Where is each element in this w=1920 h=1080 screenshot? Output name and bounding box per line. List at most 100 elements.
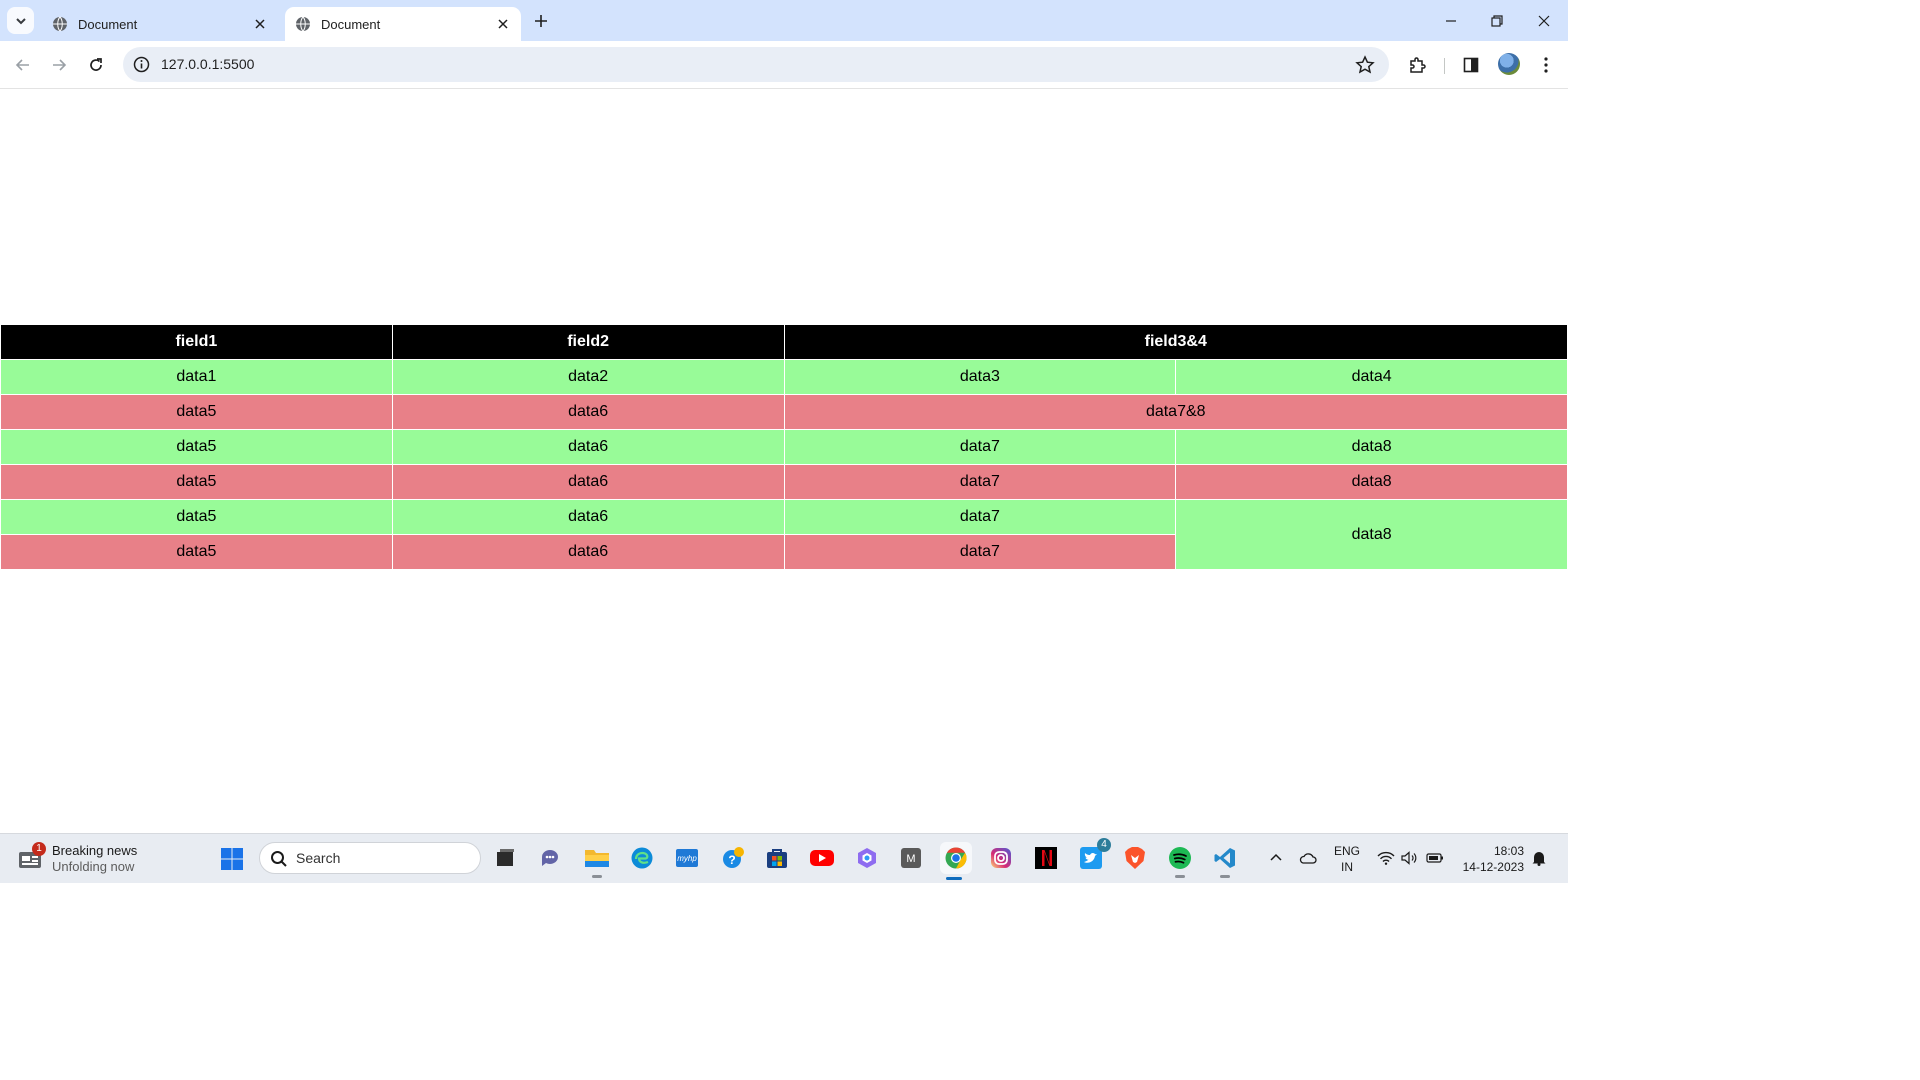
- browser-toolbar: 127.0.0.1:5500: [0, 41, 1568, 89]
- netflix-icon: [1035, 847, 1057, 869]
- tab-strip: Document Document: [0, 0, 1568, 41]
- notification-center-button[interactable]: [1529, 848, 1549, 868]
- table-header-row: field1 field2 field3&4: [0, 324, 1568, 360]
- news-title: Breaking news: [52, 843, 138, 858]
- table-cell: data5: [0, 464, 393, 500]
- table-cell: data6: [391, 464, 785, 500]
- onedrive-button[interactable]: [1298, 848, 1318, 868]
- table-cell: data8: [1175, 464, 1568, 500]
- chevron-down-icon: [15, 17, 26, 24]
- news-widget[interactable]: 1 Breaking news Unfolding now: [18, 842, 178, 876]
- myhp-icon: myhp: [676, 849, 698, 867]
- minimize-button[interactable]: [1440, 10, 1462, 32]
- tab-close-button[interactable]: [252, 16, 268, 32]
- twitter-app[interactable]: 4: [1077, 838, 1111, 872]
- close-icon: [498, 19, 508, 29]
- search-placeholder: Search: [296, 850, 341, 866]
- instagram-app[interactable]: [987, 844, 1015, 872]
- tab-document-2[interactable]: Document: [285, 7, 521, 41]
- myhp-app[interactable]: myhp: [673, 844, 701, 872]
- bookmark-star-icon[interactable]: [1355, 55, 1375, 75]
- info-icon[interactable]: [133, 56, 150, 73]
- clock-date: 14-12-2023: [1462, 860, 1524, 874]
- brave-lion-icon: [1125, 847, 1145, 869]
- volume-button[interactable]: [1400, 848, 1420, 868]
- table-cell: data2: [391, 359, 785, 395]
- youtube-app[interactable]: [808, 844, 836, 872]
- vscode-icon: [1214, 848, 1235, 868]
- globe-icon: [53, 16, 67, 32]
- folder-icon: [585, 850, 609, 867]
- chrome-icon: [945, 847, 967, 869]
- search-icon: [271, 851, 287, 867]
- table-cell: data6: [391, 394, 785, 430]
- table-cell: data5: [0, 394, 393, 430]
- language-indicator[interactable]: ENG IN: [1334, 843, 1360, 875]
- forward-button[interactable]: [47, 53, 71, 77]
- youtube-icon: [810, 850, 834, 866]
- extensions-button[interactable]: [1406, 54, 1428, 76]
- address-bar[interactable]: 127.0.0.1:5500: [123, 47, 1389, 82]
- m-app-icon: M: [901, 848, 921, 868]
- table-row: data5 data6 data7&8: [0, 394, 1568, 430]
- notification-badge: 1: [32, 842, 46, 856]
- url-text[interactable]: 127.0.0.1:5500: [161, 56, 254, 72]
- table-cell: data7: [783, 464, 1177, 500]
- menu-button[interactable]: [1535, 54, 1557, 76]
- header-cell: field3&4: [783, 324, 1568, 360]
- table-cell: data5: [0, 534, 393, 570]
- new-tab-button[interactable]: [531, 11, 551, 31]
- system-clock[interactable]: 18:03 14-12-2023: [1456, 843, 1524, 875]
- m-app[interactable]: M: [897, 844, 925, 872]
- netflix-app[interactable]: [1032, 844, 1060, 872]
- windows-start-icon[interactable]: [220, 847, 244, 871]
- vscode-app[interactable]: [1211, 844, 1239, 878]
- store-icon: [767, 849, 787, 868]
- copilot-app[interactable]: [853, 844, 881, 872]
- edge-app[interactable]: [628, 844, 656, 872]
- table-cell: data3: [783, 359, 1177, 395]
- running-indicator: [1220, 875, 1230, 878]
- window-close-button[interactable]: [1533, 10, 1555, 32]
- task-view-button[interactable]: [491, 844, 519, 872]
- side-panel-icon: [1463, 57, 1479, 73]
- chevron-up-icon: [1270, 853, 1282, 861]
- show-hidden-icons-button[interactable]: [1266, 848, 1286, 868]
- tab-close-button[interactable]: [495, 16, 511, 32]
- copilot-icon: [858, 848, 876, 868]
- teams-chat-app[interactable]: [537, 844, 565, 872]
- microsoft-store-app[interactable]: [763, 844, 791, 872]
- page-content: field1 field2 field3&4 data1 data2 data3…: [0, 89, 1568, 833]
- header-cell: field1: [0, 324, 393, 360]
- tab-document-1[interactable]: Document: [42, 7, 278, 41]
- table-row: data5 data6 data7 data8: [0, 464, 1568, 500]
- table-cell: data6: [391, 499, 785, 535]
- table-cell: data1: [0, 359, 393, 395]
- get-help-app[interactable]: ?: [719, 844, 747, 872]
- table-row: data5 data6 data7 data8: [0, 499, 1568, 570]
- instagram-icon: [991, 848, 1011, 868]
- side-panel-button[interactable]: [1460, 54, 1482, 76]
- back-button[interactable]: [11, 53, 35, 77]
- tab-search-button[interactable]: [7, 7, 34, 34]
- taskbar-search[interactable]: Search: [259, 842, 481, 874]
- battery-button[interactable]: [1425, 848, 1445, 868]
- table-cell: data7: [783, 499, 1177, 535]
- spotify-app[interactable]: [1166, 844, 1194, 878]
- table-cell: data6: [391, 534, 785, 570]
- table-cell: data8: [1175, 499, 1568, 570]
- restore-button[interactable]: [1486, 10, 1508, 32]
- volume-icon: [1401, 851, 1417, 865]
- reload-button[interactable]: [84, 53, 108, 77]
- bell-icon: [1532, 852, 1546, 866]
- table-cell: data8: [1175, 429, 1568, 465]
- profile-avatar[interactable]: [1498, 53, 1520, 75]
- help-icon: ?: [723, 847, 744, 868]
- region-code: IN: [1341, 860, 1353, 874]
- file-explorer-app[interactable]: [583, 844, 611, 878]
- brave-app[interactable]: [1121, 844, 1149, 872]
- news-subtitle: Unfolding now: [52, 859, 135, 874]
- wifi-button[interactable]: [1376, 848, 1396, 868]
- chrome-app[interactable]: [940, 842, 972, 880]
- running-indicator: [1175, 875, 1185, 878]
